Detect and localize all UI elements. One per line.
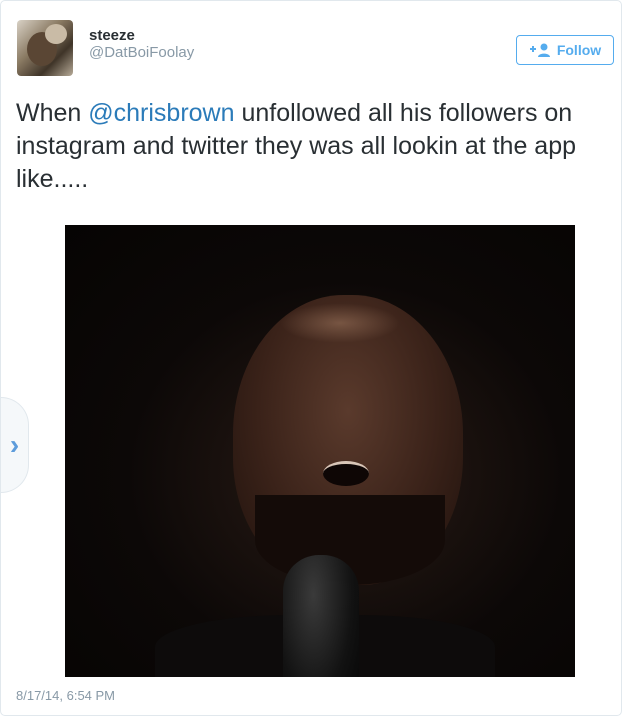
chevron-right-icon: › — [9, 429, 20, 460]
tweet-card: steeze @DatBoiFoolay Follow When @chrisb… — [0, 0, 622, 716]
author-handle[interactable]: @DatBoiFoolay — [89, 44, 194, 61]
photo-mouth — [323, 461, 369, 486]
follow-button-label: Follow — [556, 42, 602, 58]
photo-microphone — [283, 555, 359, 677]
avatar[interactable] — [17, 20, 73, 76]
mention-link[interactable]: @chrisbrown — [88, 99, 234, 127]
tweet-timestamp[interactable]: 8/17/14, 6:54 PM — [16, 688, 115, 703]
follow-button[interactable]: Follow — [516, 35, 614, 65]
photo-highlight — [280, 303, 400, 343]
media-next-button[interactable]: › — [1, 397, 29, 493]
tweet-media-photo[interactable] — [65, 225, 575, 677]
tweet-text: When @chrisbrown unfollowed all his foll… — [16, 97, 606, 196]
author-display-name[interactable]: steeze — [89, 27, 135, 44]
add-user-icon — [529, 43, 550, 57]
tweet-text-prefix: When — [16, 99, 89, 127]
avatar-shape — [45, 24, 67, 44]
